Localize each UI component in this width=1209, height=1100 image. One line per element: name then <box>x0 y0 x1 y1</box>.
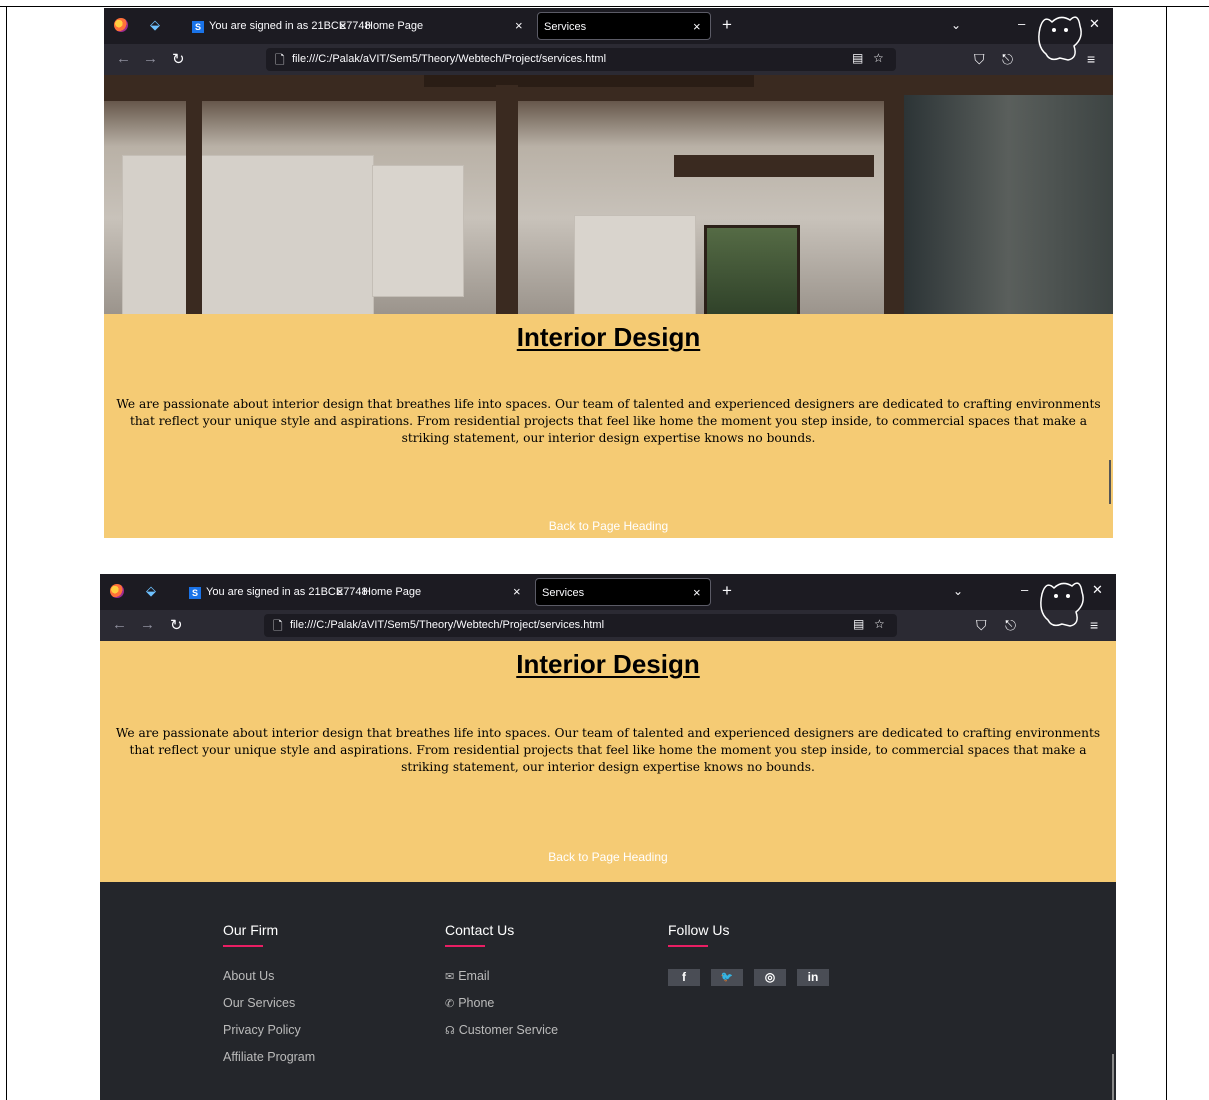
pocket-icon[interactable]: ⛉ <box>974 51 985 68</box>
forward-arrow-icon[interactable]: → <box>143 50 158 67</box>
footer-link-affiliate[interactable]: Affiliate Program <box>223 1050 315 1077</box>
close-icon[interactable]: × <box>339 12 347 40</box>
url-text: file:///C:/Palak/aVIT/Sem5/Theory/Webtec… <box>292 53 607 65</box>
footer-link-privacy[interactable]: Privacy Policy <box>223 1023 315 1050</box>
twitter-icon[interactable]: 🐦 <box>711 969 743 986</box>
nav-bar: ← → ↻ 🗋 file:///C:/Palak/aVIT/Sem5/Theor… <box>100 610 1116 641</box>
heading-underline <box>445 945 485 947</box>
section-description: We are passionate about interior design … <box>115 726 1101 774</box>
back-to-heading-link[interactable]: Back to Page Heading <box>104 519 1113 533</box>
cat-doodle-icon <box>1038 16 1082 61</box>
tab-services[interactable]: Services × <box>537 12 711 40</box>
section-heading: Interior Design <box>516 322 701 352</box>
interior-design-section: Interior Design We are passionate about … <box>104 314 1113 538</box>
linkedin-icon[interactable]: in <box>797 969 829 986</box>
reader-view-icon[interactable]: ▤ <box>853 617 864 631</box>
chevron-down-icon[interactable]: ⌄ <box>951 18 961 32</box>
new-tab-button[interactable]: + <box>722 581 732 601</box>
s-site-icon: S <box>192 21 204 33</box>
cat-doodle-icon <box>1040 582 1084 627</box>
heading-underline <box>668 945 708 947</box>
footer-link-phone[interactable]: ✆ Phone <box>445 996 558 1023</box>
back-arrow-icon[interactable]: ← <box>116 50 131 67</box>
hero-image <box>104 75 1113 314</box>
close-window-icon[interactable]: ✕ <box>1089 16 1100 32</box>
frame-left-line <box>6 6 7 1100</box>
scrollbar-thumb[interactable] <box>1112 1054 1114 1100</box>
footer-heading: Follow Us <box>668 922 730 938</box>
envelope-icon: ✉ <box>445 971 455 983</box>
reader-view-icon[interactable]: ▤ <box>852 51 863 65</box>
nav-bar: ← → ↻ 🗋 file:///C:/Palak/aVIT/Sem5/Theor… <box>104 44 1113 75</box>
extension-pin-icon[interactable]: ⬙ <box>146 584 158 598</box>
minimize-icon[interactable]: – <box>1021 582 1028 597</box>
extensions-icon[interactable]: ⎋ <box>1002 51 1013 68</box>
url-bar[interactable]: 🗋 file:///C:/Palak/aVIT/Sem5/Theory/Webt… <box>264 614 897 637</box>
page-icon: 🗋 <box>275 53 285 67</box>
reload-icon[interactable]: ↻ <box>172 50 185 68</box>
extensions-icon[interactable]: ⎋ <box>1005 617 1016 634</box>
screenshot-top: ⬙ S You are signed in as 21BCE7748 × Home… <box>104 8 1113 538</box>
close-icon[interactable]: × <box>693 579 701 607</box>
new-tab-button[interactable]: + <box>722 15 732 35</box>
section-heading: Interior Design <box>516 649 700 679</box>
heading-underline <box>223 945 263 947</box>
footer-heading: Our Firm <box>223 922 279 938</box>
close-window-icon[interactable]: ✕ <box>1092 582 1103 598</box>
extension-pin-icon[interactable]: ⬙ <box>150 18 162 32</box>
footer-col-contact: Contact Us ✉ Email ✆ Phone ☊ Customer Servi… <box>445 922 558 1050</box>
reload-icon[interactable]: ↻ <box>170 616 183 634</box>
close-icon[interactable]: × <box>515 12 523 40</box>
page-icon: 🗋 <box>273 619 283 633</box>
frame-top-line <box>0 6 1209 7</box>
close-icon[interactable]: × <box>336 578 344 606</box>
interior-design-section: Interior Design We are passionate about … <box>100 641 1116 882</box>
site-footer: Our Firm About Us Our Services Privacy P… <box>100 882 1116 1100</box>
url-text: file:///C:/Palak/aVIT/Sem5/Theory/Webtec… <box>290 619 605 631</box>
forward-arrow-icon[interactable]: → <box>140 616 155 633</box>
chevron-down-icon[interactable]: ⌄ <box>953 584 963 598</box>
footer-col-firm: Our Firm About Us Our Services Privacy P… <box>223 922 315 1077</box>
screenshot-bottom: ⬙ S You are signed in as 21BCE7748 × Home… <box>100 574 1116 1100</box>
bookmark-star-icon[interactable]: ☆ <box>874 617 885 631</box>
bookmark-star-icon[interactable]: ☆ <box>873 51 884 65</box>
close-icon[interactable]: × <box>513 578 521 606</box>
scrollbar-thumb[interactable] <box>1109 460 1111 504</box>
frame-right-line <box>1166 6 1167 1100</box>
facebook-icon[interactable]: f <box>668 969 700 986</box>
back-to-heading-link[interactable]: Back to Page Heading <box>100 850 1116 864</box>
social-links: f 🐦 ◎ in <box>668 969 829 986</box>
close-icon[interactable]: × <box>693 13 701 41</box>
tab-signed-in[interactable]: S You are signed in as 21BCE7748 × <box>186 12 371 40</box>
minimize-icon[interactable]: – <box>1018 16 1025 31</box>
tab-home-page[interactable]: Home Page × <box>357 578 532 606</box>
firefox-icon <box>110 584 124 598</box>
url-bar[interactable]: 🗋 file:///C:/Palak/aVIT/Sem5/Theory/Webt… <box>266 48 896 71</box>
footer-heading: Contact Us <box>445 922 515 938</box>
tab-bar: ⬙ S You are signed in as 21BCE7748 × Home… <box>104 8 1113 44</box>
tab-home-page[interactable]: Home Page × <box>359 12 534 40</box>
footer-link-customer-service[interactable]: ☊ Customer Service <box>445 1023 558 1050</box>
back-arrow-icon[interactable]: ← <box>112 616 127 633</box>
headset-icon: ☊ <box>445 1025 455 1037</box>
tab-bar: ⬙ S You are signed in as 21BCE7748 × Home… <box>100 574 1116 610</box>
pocket-icon[interactable]: ⛉ <box>976 617 987 634</box>
s-site-icon: S <box>189 587 201 599</box>
phone-icon: ✆ <box>445 998 455 1010</box>
tab-signed-in[interactable]: S You are signed in as 21BCE7748 × <box>183 578 368 606</box>
footer-link-email[interactable]: ✉ Email <box>445 969 558 996</box>
tab-services[interactable]: Services × <box>535 578 711 606</box>
instagram-icon[interactable]: ◎ <box>754 969 786 986</box>
footer-link-about[interactable]: About Us <box>223 969 315 996</box>
section-description: We are passionate about interior design … <box>116 397 1101 445</box>
footer-col-follow: Follow Us f 🐦 ◎ in <box>668 922 829 986</box>
firefox-icon <box>114 18 128 32</box>
footer-link-services[interactable]: Our Services <box>223 996 315 1023</box>
